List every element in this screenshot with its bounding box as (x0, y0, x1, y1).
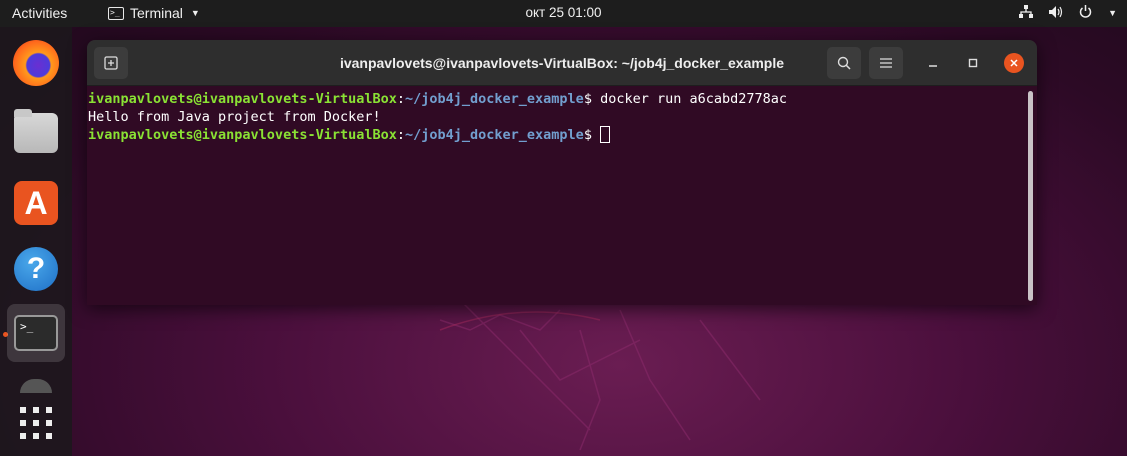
terminal-line: Hello from Java project from Docker! (88, 108, 1037, 126)
command-output: Hello from Java project from Docker! (88, 109, 381, 125)
app-menu[interactable]: >_ Terminal ▼ (108, 5, 200, 21)
terminal-output[interactable]: ivanpavlovets@ivanpavlovets-VirtualBox:~… (87, 87, 1037, 305)
dock-ubuntu-software[interactable]: A (7, 174, 65, 232)
dock: A ? >_ (0, 27, 72, 456)
terminal-app-icon: >_ (14, 315, 58, 351)
dock-help[interactable]: ? (7, 240, 65, 298)
dock-files[interactable] (7, 104, 65, 162)
minimize-button[interactable] (924, 54, 942, 72)
menu-button[interactable] (869, 47, 903, 79)
terminal-window: ivanpavlovets@ivanpavlovets-VirtualBox: … (87, 40, 1037, 305)
volume-icon[interactable] (1049, 5, 1063, 21)
hamburger-icon (880, 58, 892, 68)
activities-button[interactable]: Activities (12, 5, 67, 21)
files-icon (14, 109, 58, 153)
prompt-path: ~/job4j_docker_example (405, 91, 584, 107)
window-titlebar[interactable]: ivanpavlovets@ivanpavlovets-VirtualBox: … (87, 40, 1037, 86)
system-tray[interactable]: ▼ (1019, 5, 1117, 21)
trash-icon[interactable] (20, 379, 52, 393)
top-bar: Activities >_ Terminal ▼ окт 25 01:00 ▼ (0, 0, 1127, 27)
close-icon (1010, 59, 1018, 67)
terminal-icon: >_ (108, 6, 124, 20)
help-icon: ? (14, 247, 58, 291)
command-text: docker run a6cabd2778ac (591, 91, 788, 107)
new-tab-icon (104, 56, 118, 70)
new-tab-button[interactable] (94, 47, 128, 79)
firefox-icon (13, 40, 59, 86)
maximize-icon (968, 58, 978, 68)
close-button[interactable] (1004, 53, 1024, 73)
software-store-icon: A (14, 181, 58, 225)
power-icon[interactable] (1079, 5, 1092, 21)
prompt-user-host: ivanpavlovets@ivanpavlovets-VirtualBox (88, 127, 397, 143)
network-icon[interactable] (1019, 5, 1034, 21)
minimize-icon (929, 65, 937, 67)
terminal-line: ivanpavlovets@ivanpavlovets-VirtualBox:~… (88, 126, 1037, 144)
prompt-user-host: ivanpavlovets@ivanpavlovets-VirtualBox (88, 91, 397, 107)
prompt-path: ~/job4j_docker_example (405, 127, 584, 143)
search-icon (837, 56, 851, 70)
show-applications-icon[interactable] (20, 407, 52, 439)
search-button[interactable] (827, 47, 861, 79)
dock-firefox[interactable] (7, 34, 65, 92)
terminal-line: ivanpavlovets@ivanpavlovets-VirtualBox:~… (88, 91, 788, 107)
text-cursor (600, 126, 611, 143)
chevron-down-icon: ▼ (190, 8, 200, 18)
scrollbar[interactable] (1028, 91, 1033, 301)
menu-caret-icon[interactable]: ▼ (1108, 8, 1117, 18)
app-menu-label: Terminal (130, 5, 183, 21)
dock-terminal[interactable]: >_ (7, 304, 65, 362)
maximize-button[interactable] (964, 54, 982, 72)
